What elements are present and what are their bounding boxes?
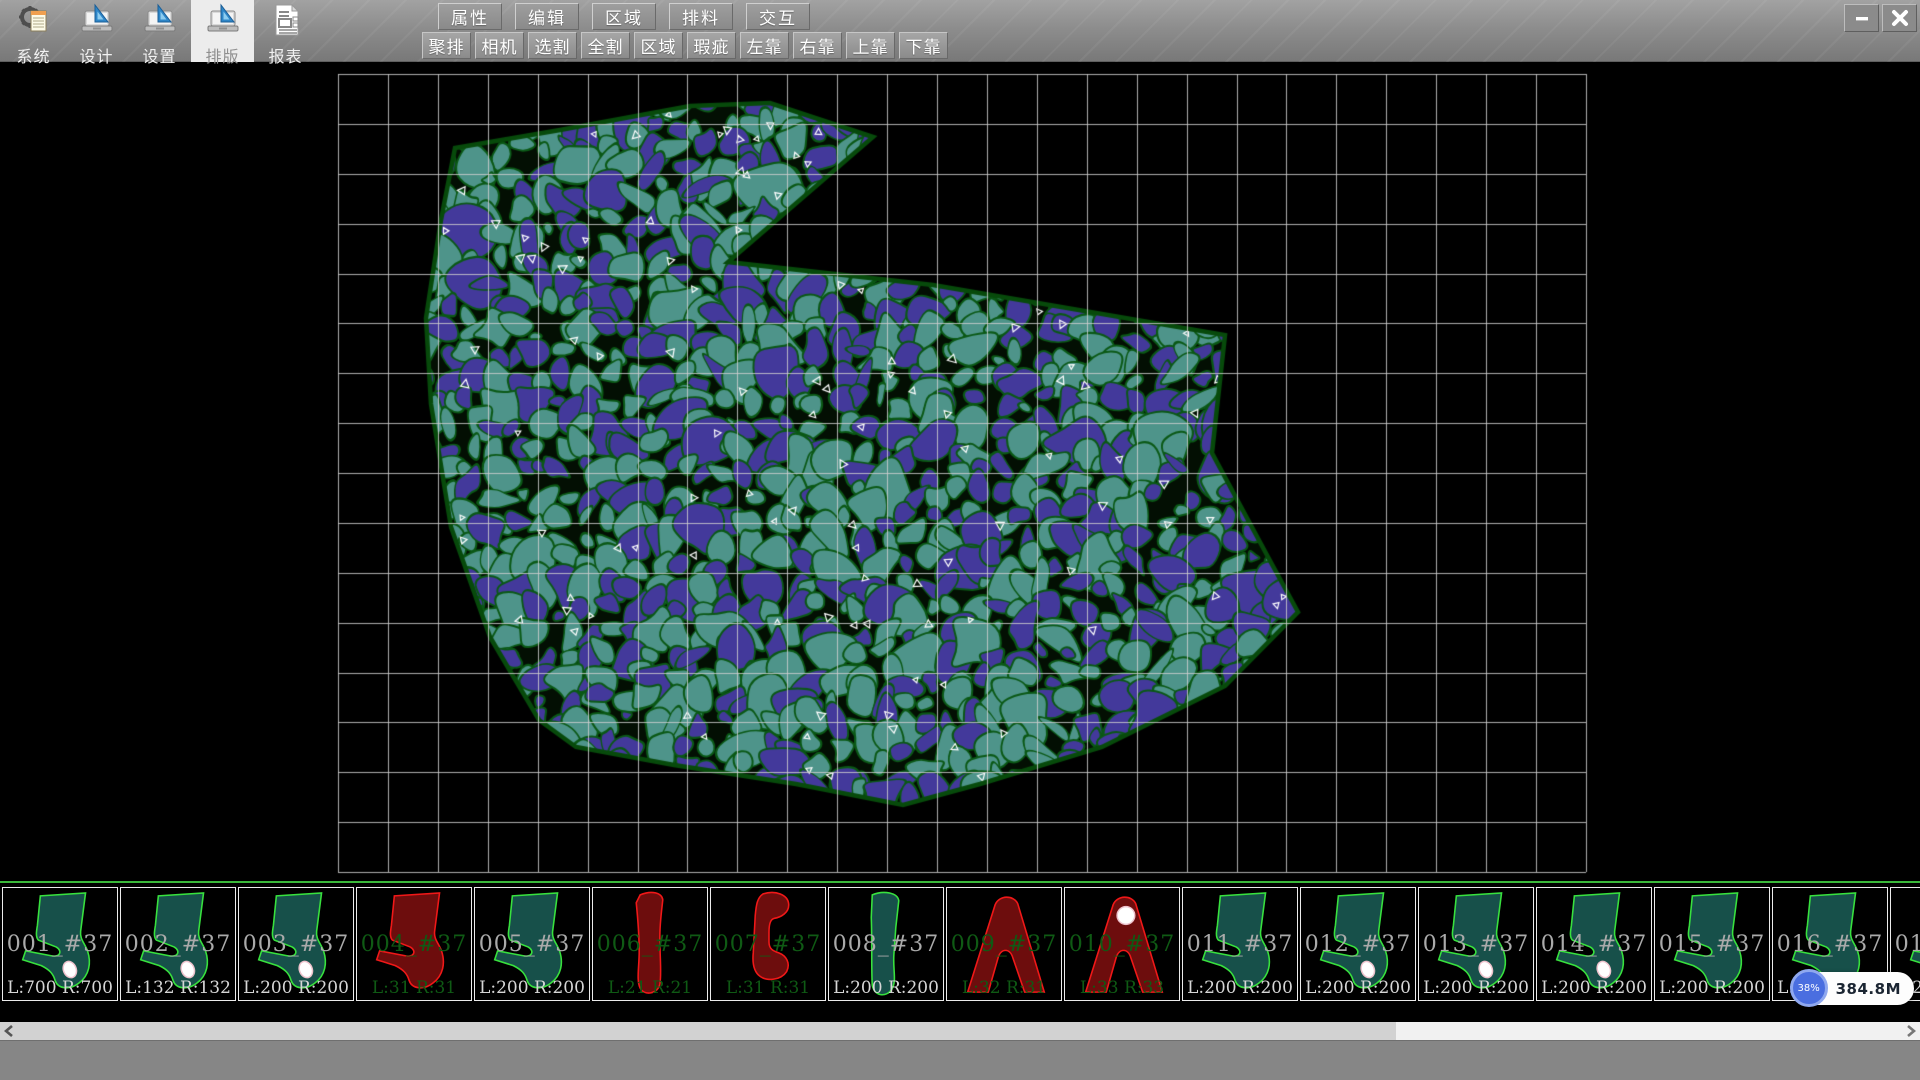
thumbnail-cell[interactable]: 012_#37L:200 R:200 <box>1300 887 1416 1001</box>
tool-button-选割[interactable]: 选割 <box>528 32 577 59</box>
thumbnail-cell[interactable]: 004_#37L:31 R:31 <box>356 887 472 1001</box>
system-gear-icon <box>16 2 52 42</box>
thumbnail-cell[interactable]: 003_#37L:200 R:200 <box>238 887 354 1001</box>
mode-tab-设计[interactable]: 设计 <box>65 0 128 62</box>
menu-button-属性[interactable]: 属性 <box>438 3 502 30</box>
thumbnail-cell[interactable]: 002_#37L:132 R:132 <box>120 887 236 1001</box>
piece-shape <box>593 888 707 1000</box>
thumbnail-cell[interactable]: 001_#37L:700 R:700 <box>2 887 118 1001</box>
scroll-right-button[interactable] <box>1902 1022 1920 1040</box>
tool-button-聚排[interactable]: 聚排 <box>422 32 471 59</box>
piece-shape <box>829 888 943 1000</box>
minimize-button[interactable] <box>1844 4 1879 32</box>
close-icon <box>1890 8 1910 28</box>
nesting-ruler-icon <box>205 2 241 42</box>
thumbnail-cell[interactable]: 015_#37L:200 R:200 <box>1654 887 1770 1001</box>
thumbnail-cell[interactable]: 008_#37L:200 R:200 <box>828 887 944 1001</box>
piece-shape <box>1065 888 1179 1000</box>
scroll-left-icon <box>4 1025 14 1037</box>
design-ruler-icon <box>79 2 115 42</box>
tool-button-左靠[interactable]: 左靠 <box>740 32 789 59</box>
thumbnail-cell[interactable]: 014_#37L:200 R:200 <box>1536 887 1652 1001</box>
tool-button-下靠[interactable]: 下靠 <box>899 32 948 59</box>
minimize-icon <box>1853 9 1871 27</box>
tool-row: 聚排相机选割全割区域瑕疵左靠右靠上靠下靠 <box>422 32 952 59</box>
mode-tab-排版[interactable]: 排版 <box>191 0 254 62</box>
menu-button-编辑[interactable]: 编辑 <box>515 3 579 30</box>
memory-value: 384.8M <box>1836 980 1901 998</box>
status-bar <box>0 1040 1920 1080</box>
mode-tab-label: 排版 <box>205 43 239 67</box>
tool-button-瑕疵[interactable]: 瑕疵 <box>687 32 736 59</box>
thumbnail-cell[interactable]: 007_#37L:31 R:31 <box>710 887 826 1001</box>
piece-thumbnail-strip: 001_#37L:700 R:700002_#37L:132 R:132003_… <box>0 883 1920 1004</box>
piece-shape <box>357 888 471 1000</box>
piece-shape <box>475 888 589 1000</box>
tool-button-相机[interactable]: 相机 <box>475 32 524 59</box>
piece-shape <box>121 888 235 1000</box>
mode-tabs: 系统设计设置排版报表 <box>2 0 317 62</box>
tool-button-区域[interactable]: 区域 <box>634 32 683 59</box>
piece-shape <box>1183 888 1297 1000</box>
mode-tab-label: 设计 <box>79 43 113 67</box>
thumbnail-cells: 001_#37L:700 R:700002_#37L:132 R:132003_… <box>2 887 1920 1001</box>
scrollbar-thumb[interactable] <box>0 1022 1396 1040</box>
mode-tab-label: 报表 <box>268 43 302 67</box>
piece-shape <box>1301 888 1415 1000</box>
piece-shape <box>1537 888 1651 1000</box>
menu-row: 属性编辑区域排料交互 <box>438 3 823 30</box>
thumbnail-cell[interactable]: 005_#37L:200 R:200 <box>474 887 590 1001</box>
settings-ruler-icon <box>142 2 178 42</box>
thumbnail-cell[interactable]: 006_#37L:21 R:21 <box>592 887 708 1001</box>
mode-tab-报表[interactable]: 报表 <box>254 0 317 62</box>
report-doc-icon <box>268 2 304 42</box>
piece-shape <box>1655 888 1769 1000</box>
piece-shape <box>239 888 353 1000</box>
tool-button-右靠[interactable]: 右靠 <box>793 32 842 59</box>
piece-shape <box>711 888 825 1000</box>
mode-tab-设置[interactable]: 设置 <box>128 0 191 62</box>
mode-tab-label: 系统 <box>16 43 50 67</box>
menu-button-排料[interactable]: 排料 <box>669 3 733 30</box>
tool-button-上靠[interactable]: 上靠 <box>846 32 895 59</box>
main-toolbar: 系统设计设置排版报表 属性编辑区域排料交互 聚排相机选割全割区域瑕疵左靠右靠上靠… <box>0 0 1920 62</box>
nesting-canvas[interactable] <box>0 62 1920 881</box>
thumbnail-cell[interactable]: 009_#37L:32 R:31 <box>946 887 1062 1001</box>
scroll-left-button[interactable] <box>0 1022 18 1040</box>
scroll-right-icon <box>1906 1025 1916 1037</box>
thumbnail-cell[interactable]: 010_#37L:33 R:33 <box>1064 887 1180 1001</box>
menu-button-交互[interactable]: 交互 <box>746 3 810 30</box>
thumbnail-cell[interactable]: 013_#37L:200 R:200 <box>1418 887 1534 1001</box>
piece-shape <box>3 888 117 1000</box>
piece-shape <box>1419 888 1533 1000</box>
window-controls <box>1841 4 1917 32</box>
close-button[interactable] <box>1882 4 1917 32</box>
horizontal-scrollbar[interactable] <box>0 1022 1920 1040</box>
memory-status-badge[interactable]: 38% 384.8M <box>1792 972 1914 1005</box>
progress-circle: 38% <box>1790 969 1828 1007</box>
tool-button-全割[interactable]: 全割 <box>581 32 630 59</box>
menu-button-区域[interactable]: 区域 <box>592 3 656 30</box>
mode-tab-label: 设置 <box>142 43 176 67</box>
progress-percent: 38% <box>1798 983 1820 994</box>
piece-shape <box>947 888 1061 1000</box>
thumbnail-cell[interactable]: 011_#37L:200 R:200 <box>1182 887 1298 1001</box>
mode-tab-系统[interactable]: 系统 <box>2 0 65 62</box>
